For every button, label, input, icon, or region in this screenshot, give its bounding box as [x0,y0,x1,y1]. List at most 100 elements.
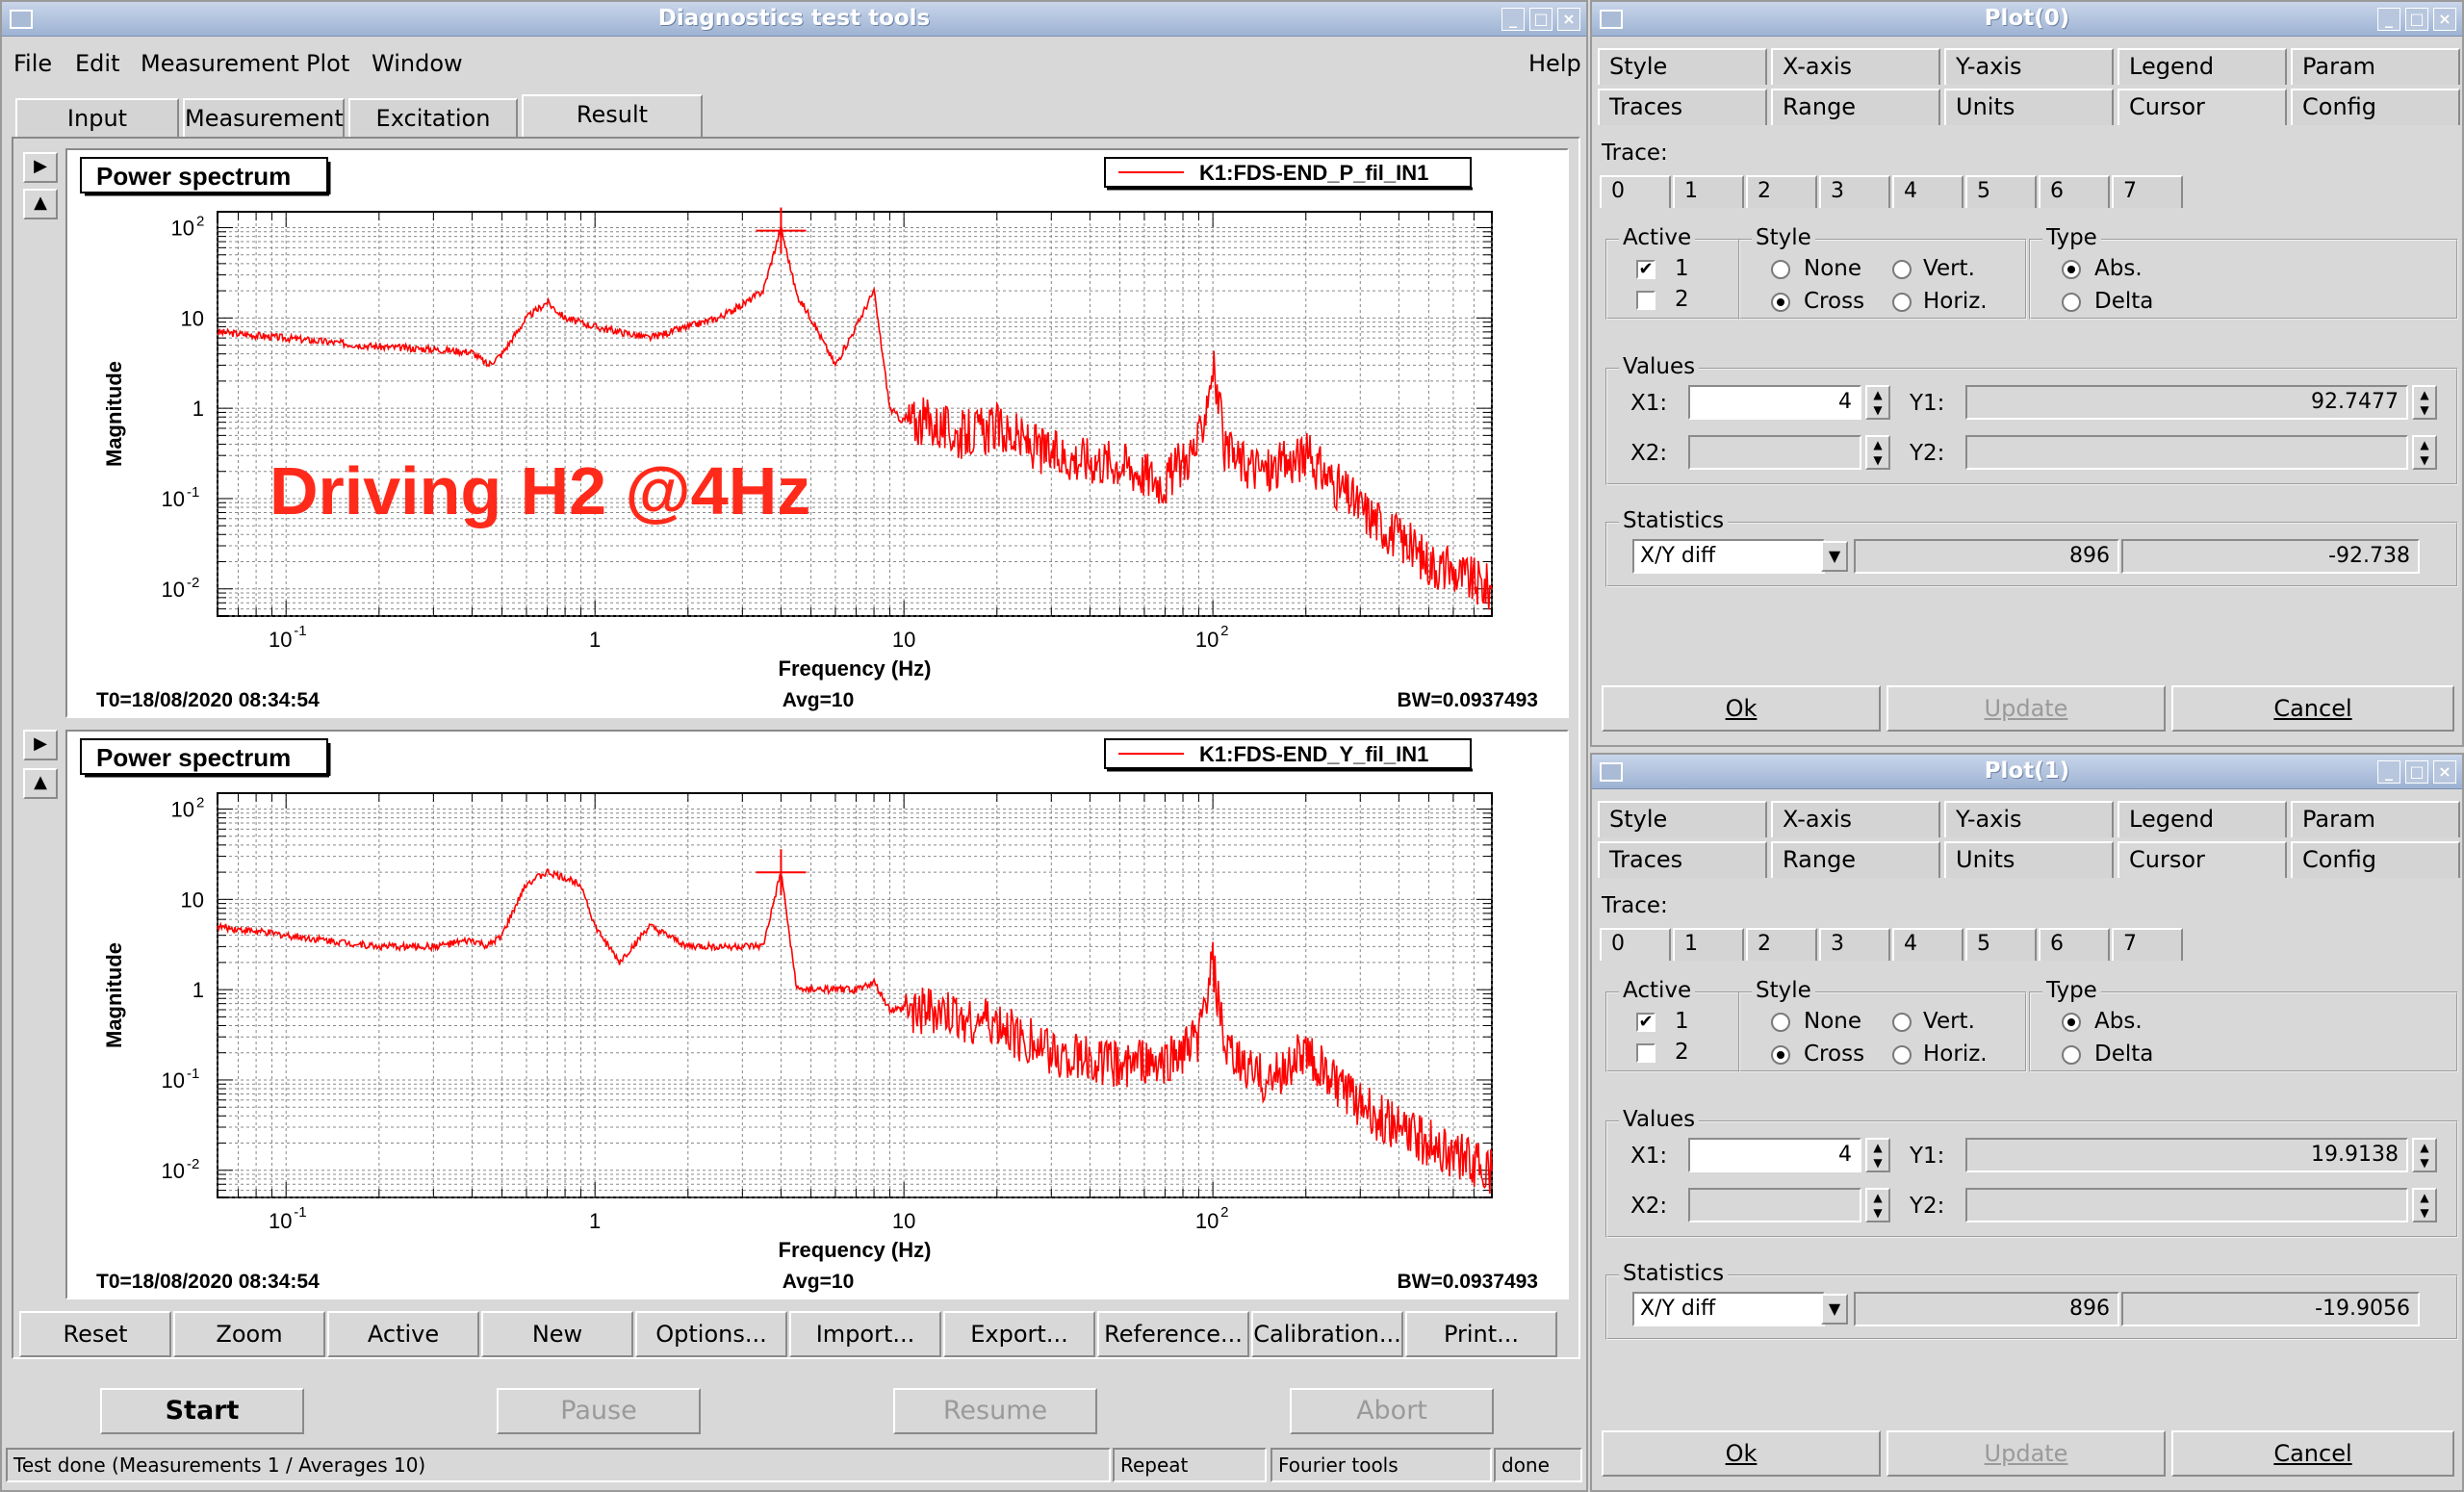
spin-up-icon[interactable]: ▲ [1867,387,1888,402]
trace-tab-5[interactable]: 5 [1965,175,2037,208]
trace-tab-6[interactable]: 6 [2039,928,2110,961]
tab-style[interactable]: Style [1598,801,1767,837]
tab-y-axis[interactable]: Y-axis [1944,801,2114,837]
trace-tab-3[interactable]: 3 [1819,928,1890,961]
toolbar-reference-button[interactable]: Reference... [1097,1311,1249,1357]
tab-units[interactable]: Units [1944,89,2114,125]
style-vert-radio[interactable] [1892,260,1912,279]
tab-range[interactable]: Range [1771,841,1940,878]
toolbar-active-button[interactable]: Active [327,1311,479,1357]
x1-spinner[interactable]: ▲ ▼ [1865,385,1890,420]
spin-up-icon[interactable]: ▲ [2414,437,2435,452]
trace-tab-1[interactable]: 1 [1673,175,1744,208]
expand-arrow-icon[interactable]: ▶ [23,152,58,183]
trace-tab-2[interactable]: 2 [1746,928,1817,961]
spin-up-icon[interactable]: ▲ [2414,1190,2435,1205]
plot-pad-1[interactable]: Power spectrum 10 2 10 1 10 -1 10 -2 10 -1 1 10 10 2 Fr… [65,730,1569,1299]
toolbar-import-button[interactable]: Import... [789,1311,941,1357]
toolbar-options-button[interactable]: Options... [635,1311,787,1357]
spin-down-icon[interactable]: ▼ [1867,1205,1888,1221]
x1-input[interactable]: 4 [1688,385,1861,420]
y2-spinner[interactable]: ▲ ▼ [2412,1188,2437,1222]
menu-help[interactable]: Help [1528,50,1581,77]
main-titlebar[interactable]: Diagnostics test tools _ □ × [2,2,1586,37]
plot-pad-0[interactable]: Power spectrum 10 2 10 1 10 -1 10 -2 10 -1 1 10 10 2 Fr… [65,148,1569,718]
maximize-icon[interactable]: □ [2405,8,2428,31]
trace-tab-7[interactable]: 7 [2112,175,2183,208]
spin-down-icon[interactable]: ▼ [1867,1155,1888,1170]
y1-spinner[interactable]: ▲ ▼ [2412,385,2437,420]
tab-config[interactable]: Config [2291,841,2460,878]
trace-tab-1[interactable]: 1 [1673,928,1744,961]
trace-tab-5[interactable]: 5 [1965,928,2037,961]
cancel-button[interactable]: Cancel [2171,1430,2454,1477]
toolbar-print-button[interactable]: Print... [1405,1311,1557,1357]
close-icon[interactable]: × [1557,8,1580,31]
active-1-checkbox[interactable]: ✔ [1636,260,1656,279]
type-abs-radio[interactable] [2062,1013,2081,1032]
spin-up-icon[interactable]: ▲ [1867,1140,1888,1155]
tab-legend[interactable]: Legend [2118,801,2287,837]
spin-down-icon[interactable]: ▼ [2414,1155,2435,1170]
tab-config[interactable]: Config [2291,89,2460,125]
tab-traces[interactable]: Traces [1598,841,1767,878]
panel-titlebar[interactable]: Plot(0) _ □ × [1592,2,2462,37]
chevron-down-icon[interactable]: ▼ [1821,541,1848,572]
spin-up-icon[interactable]: ▲ [2414,387,2435,402]
minimize-icon[interactable]: _ [1502,8,1525,31]
toolbar-calibration-button[interactable]: Calibration... [1251,1311,1403,1357]
toolbar-new-button[interactable]: New [481,1311,633,1357]
start-button[interactable]: Start [100,1388,304,1434]
active-2-checkbox[interactable] [1636,291,1656,310]
style-none-radio[interactable] [1771,260,1790,279]
tab-input[interactable]: Input [15,98,179,137]
toolbar-reset-button[interactable]: Reset [19,1311,171,1357]
x2-input[interactable] [1688,435,1861,470]
x1-input[interactable]: 4 [1688,1138,1861,1172]
trace-tab-6[interactable]: 6 [2039,175,2110,208]
spin-up-icon[interactable]: ▲ [1867,437,1888,452]
tab-y-axis[interactable]: Y-axis [1944,48,2114,85]
style-cross-radio[interactable] [1771,293,1790,312]
statistics-select[interactable]: X/Y diff [1632,539,1825,574]
tab-x-axis[interactable]: X-axis [1771,801,1940,837]
menu-file[interactable]: File [13,50,52,77]
x2-spinner[interactable]: ▲ ▼ [1865,435,1890,470]
tab-excitation[interactable]: Excitation [348,98,518,137]
maximize-icon[interactable]: □ [2405,760,2428,784]
close-icon[interactable]: × [2433,760,2456,784]
spin-down-icon[interactable]: ▼ [1867,452,1888,468]
close-icon[interactable]: × [2433,8,2456,31]
spin-down-icon[interactable]: ▼ [2414,1205,2435,1221]
tab-param[interactable]: Param [2291,801,2460,837]
panel-titlebar[interactable]: Plot(1) _ □ × [1592,755,2462,789]
trace-tab-2[interactable]: 2 [1746,175,1817,208]
cancel-button[interactable]: Cancel [2171,685,2454,732]
style-vert-radio[interactable] [1892,1013,1912,1032]
x2-input[interactable] [1688,1188,1861,1222]
active-2-checkbox[interactable] [1636,1043,1656,1063]
tab-legend[interactable]: Legend [2118,48,2287,85]
spin-down-icon[interactable]: ▼ [2414,402,2435,418]
trace-tab-0[interactable]: 0 [1600,928,1671,961]
style-none-radio[interactable] [1771,1013,1790,1032]
toolbar-export-button[interactable]: Export... [943,1311,1095,1357]
minimize-icon[interactable]: _ [2377,760,2400,784]
trace-tab-4[interactable]: 4 [1892,175,1964,208]
ok-button[interactable]: Ok [1602,685,1881,732]
update-button[interactable]: Update [1886,685,2166,732]
abort-button[interactable]: Abort [1290,1388,1494,1434]
style-cross-radio[interactable] [1771,1045,1790,1065]
type-delta-radio[interactable] [2062,293,2081,312]
spin-up-icon[interactable]: ▲ [1867,1190,1888,1205]
pause-button[interactable]: Pause [497,1388,701,1434]
tab-style[interactable]: Style [1598,48,1767,85]
y1-spinner[interactable]: ▲ ▼ [2412,1138,2437,1172]
menu-edit[interactable]: Edit [75,50,119,77]
spin-down-icon[interactable]: ▼ [2414,452,2435,468]
minimize-icon[interactable]: _ [2377,8,2400,31]
trace-tab-7[interactable]: 7 [2112,928,2183,961]
tab-range[interactable]: Range [1771,89,1940,125]
tab-result[interactable]: Result [522,94,703,137]
tab-measurement[interactable]: Measurement [183,98,345,137]
